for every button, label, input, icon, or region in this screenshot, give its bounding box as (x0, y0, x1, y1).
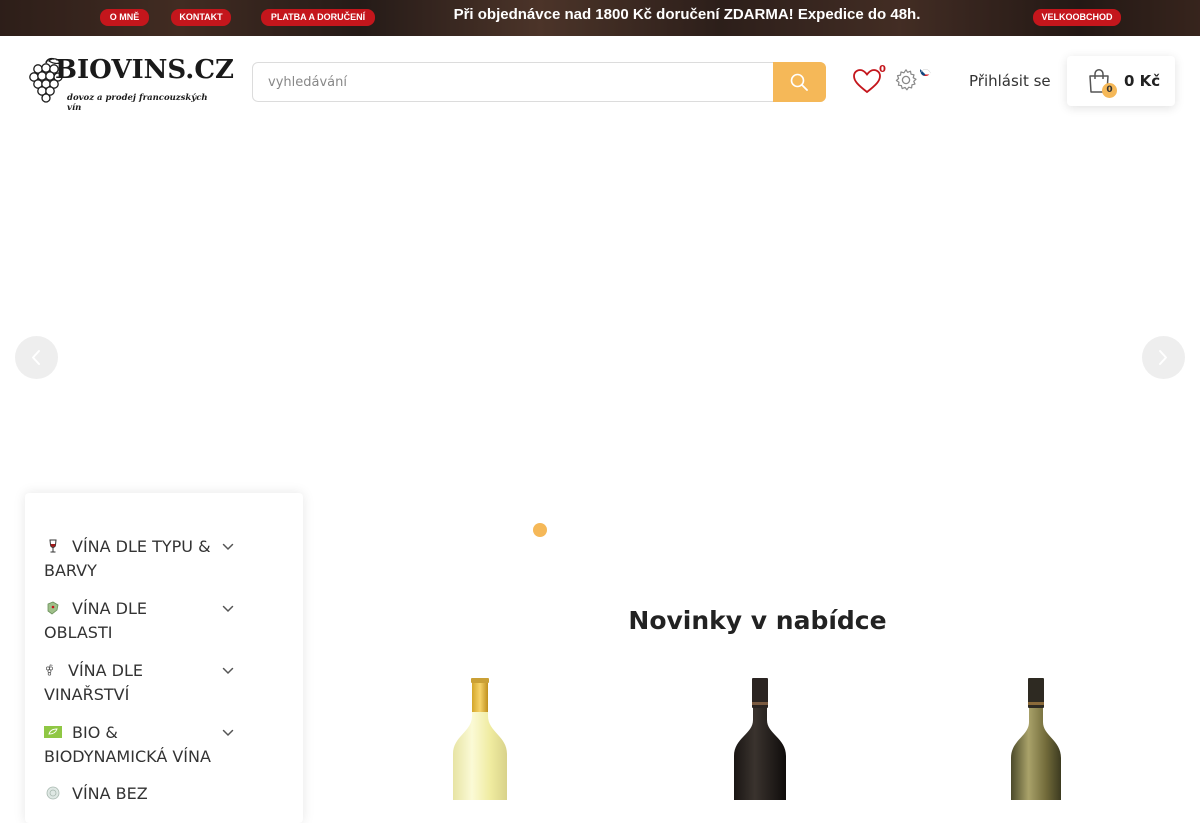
login-link[interactable]: Přihlásit se (969, 72, 1051, 90)
category-wine-by-winery[interactable]: VÍNA DLE VINAŘSTVÍ (44, 659, 214, 707)
cart-total: 0 Kč (1124, 72, 1161, 90)
product-bottle-white-1[interactable] (449, 676, 511, 800)
category-wine-by-region[interactable]: VÍNA DLE OBLASTI (44, 597, 214, 645)
chevron-left-icon (32, 350, 40, 365)
site-logo[interactable]: BIOVINS.CZ dovoz a prodej francouzských … (25, 51, 234, 113)
cart-count-badge: 0 (1102, 83, 1117, 98)
eu-organic-icon (44, 726, 62, 738)
grape-icon (45, 664, 53, 676)
nav-about-link[interactable]: O MNĚ (100, 9, 149, 26)
category-wines-without[interactable]: VÍNA BEZ (44, 782, 214, 806)
wine-glass-icon (49, 539, 57, 553)
chevron-down-icon[interactable] (222, 605, 234, 613)
czech-flag-icon[interactable] (920, 65, 931, 76)
gear-icon[interactable] (894, 68, 918, 92)
category-wine-by-type[interactable]: VÍNA DLE TYPU & BARVY (44, 535, 214, 583)
chevron-down-icon[interactable] (222, 729, 234, 737)
slider-next-button[interactable] (1142, 336, 1185, 379)
top-banner: O MNĚ KONTAKT PLATBA A DORUČENÍ Při obje… (0, 0, 1200, 36)
chevron-down-icon[interactable] (222, 543, 234, 551)
search-input[interactable] (253, 63, 773, 101)
wishlist-count: 0 (879, 64, 886, 75)
product-bottle-white-3[interactable] (1005, 676, 1067, 800)
search-icon (790, 73, 808, 91)
category-label: BIO & BIODYNAMICKÁ VÍNA (44, 723, 211, 766)
nav-contact-link[interactable]: KONTAKT (171, 9, 231, 26)
cart-button[interactable]: 0 0 Kč (1067, 56, 1175, 106)
free-shipping-promo: Při objednávce nad 1800 Kč doručení ZDAR… (453, 6, 921, 23)
search-button[interactable] (773, 62, 826, 102)
new-products-title: Novinky v nabídce (628, 606, 887, 635)
category-label: VÍNA BEZ (72, 784, 148, 803)
slider-prev-button[interactable] (15, 336, 58, 379)
logo-tagline: dovoz a prodej francouzských vín (67, 93, 208, 113)
chevron-down-icon[interactable] (222, 667, 234, 675)
badge-icon (46, 786, 60, 800)
map-icon (47, 601, 59, 615)
logo-name: BIOVINS.CZ (55, 55, 235, 85)
nav-wholesale-link[interactable]: VELKOOBCHOD (1033, 9, 1121, 26)
product-bottle-red-2[interactable] (729, 676, 791, 800)
chevron-right-icon (1159, 350, 1167, 365)
category-label: VÍNA DLE VINAŘSTVÍ (44, 661, 144, 704)
slider-pagination-dot[interactable] (533, 523, 547, 537)
search-bar (252, 62, 826, 102)
category-label: VÍNA DLE TYPU & BARVY (44, 537, 211, 580)
category-organic-wines[interactable]: BIO & BIODYNAMICKÁ VÍNA (44, 721, 214, 769)
heart-icon[interactable] (852, 68, 882, 94)
nav-payment-delivery-link[interactable]: PLATBA A DORUČENÍ (261, 9, 375, 26)
